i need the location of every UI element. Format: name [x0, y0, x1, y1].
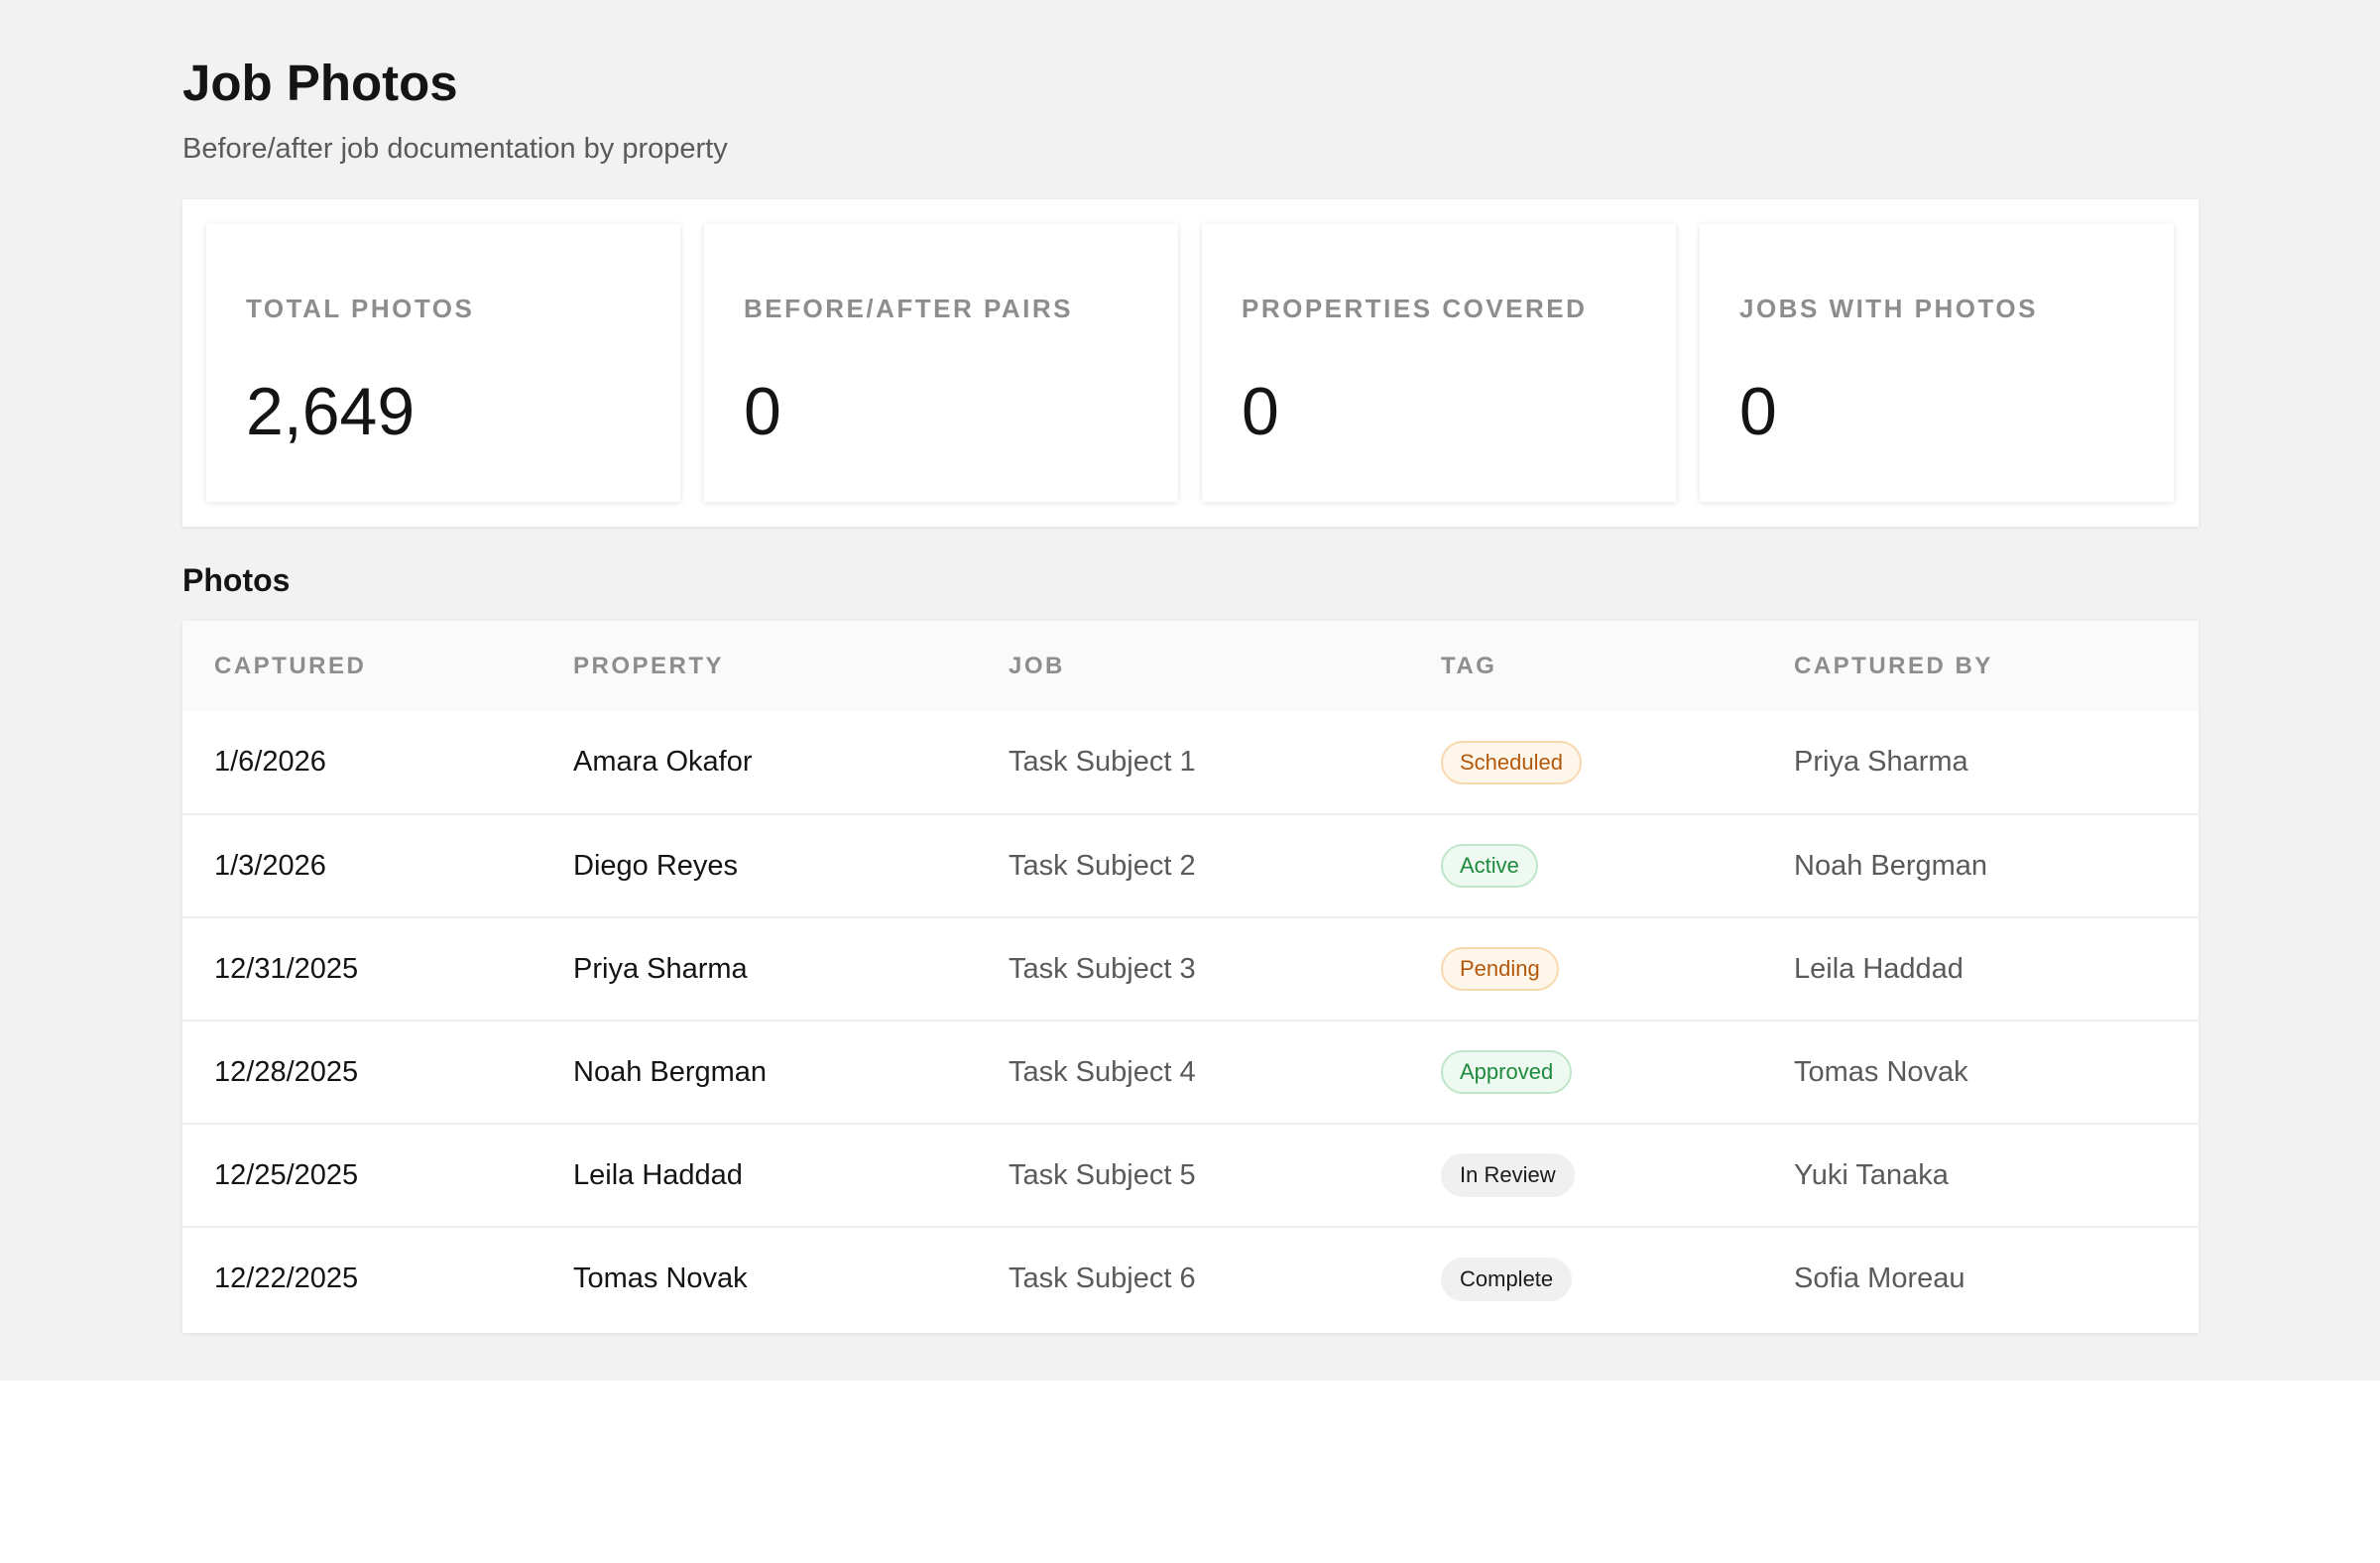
cell-captured: 1/3/2026	[214, 849, 326, 882]
cell-captured: 12/28/2025	[214, 1055, 359, 1088]
cell-job: Task Subject 5	[1009, 1158, 1196, 1191]
cell-captured-by: Tomas Novak	[1794, 1055, 1968, 1088]
cell-property: Amara Okafor	[573, 746, 753, 778]
stat-value: 0	[1739, 374, 1777, 449]
column-header-captured-by[interactable]: CAPTURED BY	[1762, 621, 2199, 711]
table-row[interactable]: 12/25/2025 Leila Haddad Task Subject 5 I…	[182, 1124, 2199, 1227]
tag-badge: Pending	[1441, 947, 1559, 991]
column-header-property[interactable]: PROPERTY	[541, 621, 977, 711]
cell-job: Task Subject 1	[1009, 746, 1196, 778]
cell-property: Leila Haddad	[573, 1158, 743, 1191]
stat-value: 0	[1242, 374, 1279, 449]
table-row[interactable]: 1/3/2026 Diego Reyes Task Subject 2 Acti…	[182, 814, 2199, 917]
cell-tag: Active	[1409, 814, 1762, 917]
stat-label: TOTAL PHOTOS	[246, 294, 475, 323]
cell-property: Priya Sharma	[573, 952, 748, 985]
cell-job: Task Subject 6	[1009, 1262, 1196, 1294]
stat-label: BEFORE/AFTER PAIRS	[744, 294, 1073, 323]
tag-badge: Approved	[1441, 1050, 1573, 1094]
table-row[interactable]: 12/28/2025 Noah Bergman Task Subject 4 A…	[182, 1021, 2199, 1124]
table-row[interactable]: 12/22/2025 Tomas Novak Task Subject 6 Co…	[182, 1227, 2199, 1330]
stat-value: 0	[744, 374, 781, 449]
stat-card-jobs-with-photos: JOBS WITH PHOTOS 0	[1700, 224, 2174, 502]
cell-tag: Complete	[1409, 1227, 1762, 1330]
stat-card-total-photos: TOTAL PHOTOS 2,649	[206, 224, 680, 502]
stat-value: 2,649	[246, 374, 416, 449]
cell-job: Task Subject 2	[1009, 849, 1196, 882]
cell-job: Task Subject 4	[1009, 1055, 1196, 1088]
tag-badge: Complete	[1441, 1257, 1573, 1301]
tag-badge: Active	[1441, 844, 1538, 888]
column-header-job[interactable]: JOB	[977, 621, 1409, 711]
cell-captured-by: Sofia Moreau	[1794, 1262, 1965, 1294]
cell-tag: Pending	[1409, 917, 1762, 1021]
photos-section-title: Photos	[182, 562, 291, 598]
column-header-captured[interactable]: CAPTURED	[182, 621, 541, 711]
cell-captured-by: Leila Haddad	[1794, 952, 1964, 985]
stat-card-before-after-pairs: BEFORE/AFTER PAIRS 0	[704, 224, 1178, 502]
cell-captured: 12/31/2025	[214, 952, 359, 985]
cell-tag: Approved	[1409, 1021, 1762, 1124]
stat-label: JOBS WITH PHOTOS	[1739, 294, 2038, 323]
table-row[interactable]: 12/31/2025 Priya Sharma Task Subject 3 P…	[182, 917, 2199, 1021]
stats-panel: TOTAL PHOTOS 2,649 BEFORE/AFTER PAIRS 0 …	[182, 199, 2199, 527]
cell-captured: 1/6/2026	[214, 746, 326, 778]
cell-captured-by: Noah Bergman	[1794, 849, 1988, 882]
page-title: Job Photos	[182, 55, 458, 111]
photos-table: CAPTURED PROPERTY JOB TAG CAPTURED BY 1/…	[182, 621, 2199, 1333]
cell-tag: In Review	[1409, 1124, 1762, 1227]
table-header-row: CAPTURED PROPERTY JOB TAG CAPTURED BY	[182, 621, 2199, 711]
cell-property: Noah Bergman	[573, 1055, 768, 1088]
page-subtitle: Before/after job documentation by proper…	[182, 133, 728, 165]
cell-captured: 12/22/2025	[214, 1262, 359, 1294]
cell-captured-by: Priya Sharma	[1794, 746, 1968, 778]
cell-property: Diego Reyes	[573, 849, 739, 882]
column-header-tag[interactable]: TAG	[1409, 621, 1762, 711]
app-background: Job Photos Before/after job documentatio…	[0, 0, 2380, 1381]
tag-badge: Scheduled	[1441, 740, 1582, 784]
stat-card-properties-covered: PROPERTIES COVERED 0	[1202, 224, 1676, 502]
cell-tag: Scheduled	[1409, 711, 1762, 814]
cell-captured: 12/25/2025	[214, 1158, 359, 1191]
tag-badge: In Review	[1441, 1153, 1575, 1197]
cell-captured-by: Yuki Tanaka	[1794, 1158, 1949, 1191]
table-row[interactable]: 1/6/2026 Amara Okafor Task Subject 1 Sch…	[182, 711, 2199, 814]
cell-job: Task Subject 3	[1009, 952, 1196, 985]
cell-property: Tomas Novak	[573, 1262, 748, 1294]
stat-label: PROPERTIES COVERED	[1242, 294, 1588, 323]
